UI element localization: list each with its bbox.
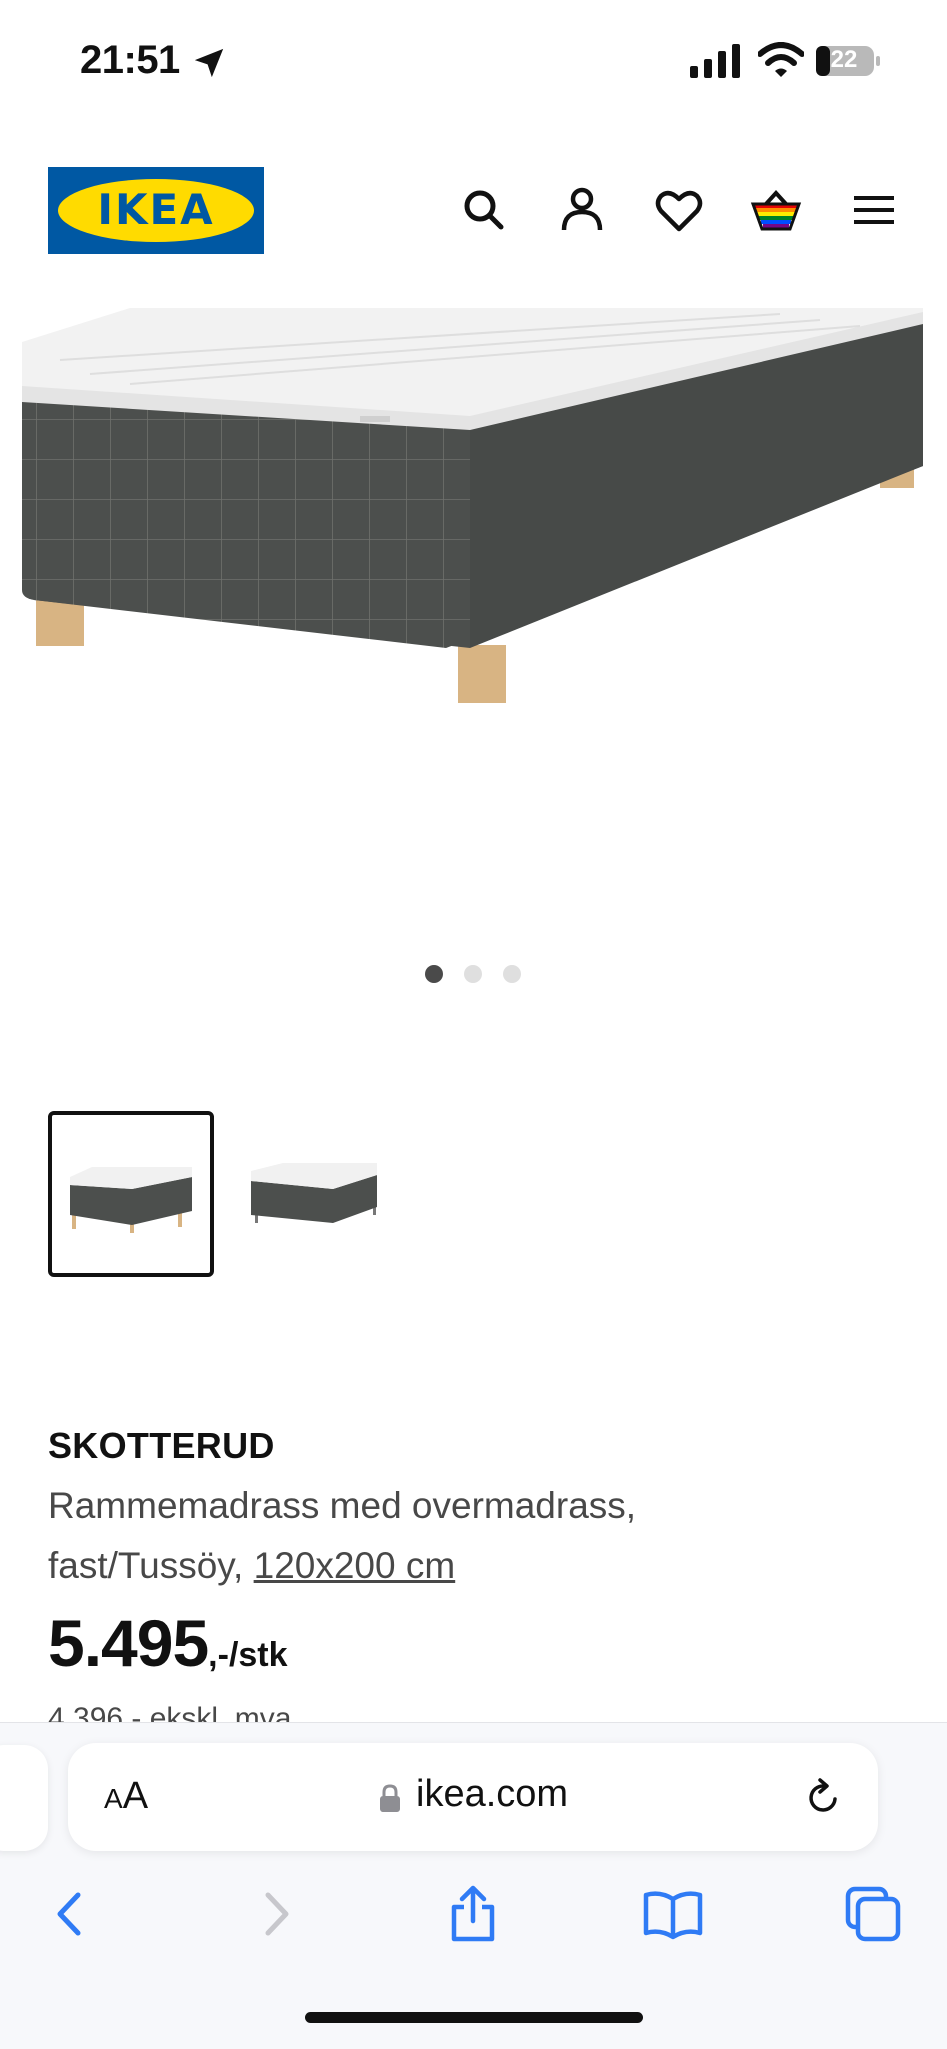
forward-icon[interactable] (244, 1883, 306, 1945)
carousel-dot[interactable] (464, 965, 482, 983)
price-value: 5.495 (48, 1606, 209, 1680)
thumbnail-1[interactable] (48, 1111, 214, 1277)
ikea-logo[interactable]: IKEA (48, 167, 264, 254)
share-icon[interactable] (442, 1883, 504, 1945)
shopping-bag-icon[interactable] (750, 184, 802, 236)
price-unit: ,-/stk (208, 1636, 288, 1674)
search-icon[interactable] (458, 184, 510, 236)
account-icon[interactable] (556, 184, 608, 236)
url-domain[interactable]: ikea.com (416, 1773, 568, 1816)
home-indicator[interactable] (305, 2012, 643, 2023)
carousel-dots (0, 965, 947, 985)
carousel-dot[interactable] (503, 965, 521, 983)
tabs-icon[interactable] (842, 1883, 904, 1945)
browser-toolbar: AA ikea.com (0, 1722, 947, 2049)
address-bar[interactable]: AA ikea.com (68, 1743, 878, 1851)
previous-tab-preview[interactable] (0, 1745, 48, 1851)
wifi-icon (758, 42, 804, 77)
clock: 21:51 (80, 38, 180, 82)
thumbnail-bed-image (251, 1163, 377, 1223)
battery-level: 22 (830, 46, 858, 73)
back-icon[interactable] (40, 1883, 102, 1945)
price-excl-vat: 4.396,- ekskl. mva (48, 1702, 292, 1724)
product-size-link[interactable]: 120x200 cm (254, 1545, 456, 1586)
product-name: SKOTTERUD (48, 1425, 275, 1466)
menu-icon[interactable] (848, 184, 900, 236)
product-image[interactable] (0, 300, 947, 740)
thumbnail-2[interactable] (243, 1111, 409, 1277)
cellular-signal-icon (690, 44, 740, 78)
heart-icon[interactable] (653, 184, 705, 236)
carousel-dot[interactable] (425, 965, 443, 983)
thumbnail-bed-image (70, 1167, 192, 1233)
reload-icon[interactable] (802, 1777, 844, 1819)
text-size-button[interactable]: AA (104, 1775, 148, 1818)
location-arrow-icon (194, 48, 224, 78)
bookmarks-icon[interactable] (642, 1883, 704, 1945)
product-description: Rammemadrass med overmadrass, fast/Tussö… (48, 1476, 808, 1596)
product-price: 5.495,-/stk (48, 1605, 288, 1681)
logo-text: IKEA (97, 185, 215, 234)
lock-icon (380, 1784, 400, 1812)
status-bar: 21:51 22 (0, 0, 947, 120)
